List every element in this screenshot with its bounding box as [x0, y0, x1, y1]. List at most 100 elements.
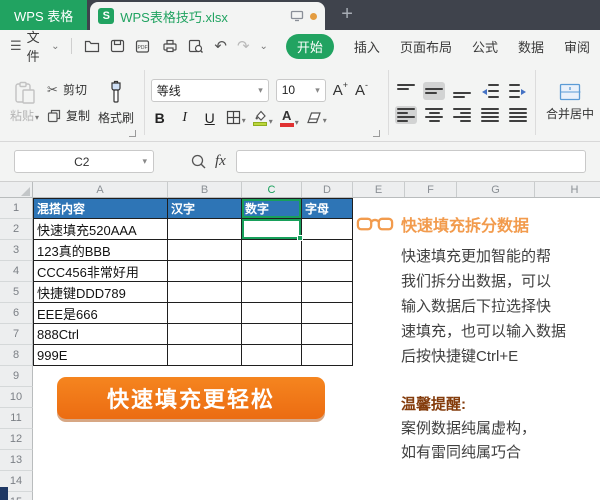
export-pdf-icon[interactable]: PDF — [135, 39, 152, 54]
fx-insert-function-button[interactable]: fx — [215, 153, 226, 170]
cell-D15[interactable] — [302, 492, 353, 500]
cell-E14[interactable] — [353, 471, 405, 492]
cell-A8[interactable]: 999E — [33, 345, 168, 366]
menu-tab-公式[interactable]: 公式 — [472, 37, 498, 56]
share-screen-icon[interactable] — [290, 10, 304, 22]
cell-A1[interactable]: 混搭内容 — [33, 198, 168, 219]
cell-A7[interactable]: 888Ctrl — [33, 324, 168, 345]
cell-D5[interactable] — [302, 282, 353, 303]
undo-icon[interactable]: ↶ — [214, 37, 227, 55]
save-icon[interactable] — [110, 39, 125, 53]
clipboard-group-expander[interactable] — [128, 130, 136, 137]
increase-indent-button[interactable] — [507, 82, 529, 100]
merge-center-button[interactable]: 合并居中 — [542, 68, 594, 137]
cell-D7[interactable] — [302, 324, 353, 345]
underline-button[interactable]: U — [201, 110, 219, 126]
cell-B12[interactable] — [168, 429, 242, 450]
cell-B8[interactable] — [168, 345, 242, 366]
column-header-D[interactable]: D — [302, 182, 353, 197]
column-header-C[interactable]: C — [242, 182, 302, 197]
cell-A14[interactable] — [33, 471, 168, 492]
cell-H14[interactable] — [535, 471, 600, 492]
new-tab-button[interactable]: + — [325, 4, 369, 30]
clear-format-button[interactable]: ▾ — [306, 111, 327, 125]
cell-D12[interactable] — [302, 429, 353, 450]
print-preview-icon[interactable] — [188, 39, 204, 54]
cell-F14[interactable] — [405, 471, 457, 492]
cell-C2[interactable] — [242, 219, 303, 241]
cell-A12[interactable] — [33, 429, 168, 450]
column-header-A[interactable]: A — [33, 182, 168, 197]
italic-button[interactable]: I — [176, 110, 194, 126]
menu-tab-页面布局[interactable]: 页面布局 — [400, 37, 452, 56]
menu-tab-插入[interactable]: 插入 — [354, 37, 380, 56]
cell-C7[interactable] — [242, 324, 302, 345]
cell-C8[interactable] — [242, 345, 302, 366]
menu-tab-数据[interactable]: 数据 — [518, 37, 544, 56]
cell-B14[interactable] — [168, 471, 242, 492]
bold-button[interactable]: B — [151, 110, 169, 126]
fill-color-button[interactable]: ▾ — [253, 110, 273, 126]
decrease-indent-button[interactable] — [479, 82, 501, 100]
column-header-G[interactable]: G — [457, 182, 535, 197]
cell-A5[interactable]: 快捷键DDD789 — [33, 282, 168, 303]
cell-C4[interactable] — [242, 261, 302, 282]
row-header-7[interactable]: 7 — [0, 324, 33, 345]
cell-G14[interactable] — [457, 471, 535, 492]
document-tab[interactable]: S WPS表格技巧.xlsx — [90, 2, 326, 30]
quick-fill-cta-shape[interactable]: 快速填充更轻松 — [57, 377, 325, 419]
wps-app-button[interactable]: WPS 表格 — [0, 0, 88, 30]
menu-tab-开始[interactable]: 开始 — [285, 33, 334, 59]
cell-C12[interactable] — [242, 429, 302, 450]
cell-D13[interactable] — [302, 450, 353, 471]
row-header-4[interactable]: 4 — [0, 261, 33, 282]
font-size-select[interactable]: 10 ▾ — [275, 78, 326, 102]
redo-icon[interactable]: ↷ — [237, 37, 250, 55]
font-name-select[interactable]: 等线 ▾ — [150, 78, 269, 102]
cell-G15[interactable] — [457, 492, 535, 500]
row-header-12[interactable]: 12 — [0, 429, 33, 450]
cell-C15[interactable] — [242, 492, 302, 500]
cell-A2[interactable]: 快速填充520AAA — [33, 219, 168, 240]
cell-E15[interactable] — [353, 492, 405, 500]
row-header-8[interactable]: 8 — [0, 345, 33, 366]
cell-A4[interactable]: CCC456非常好用 — [33, 261, 168, 282]
cell-D2[interactable] — [302, 219, 353, 240]
column-header-B[interactable]: B — [168, 182, 242, 197]
column-header-F[interactable]: F — [405, 182, 457, 197]
align-left-button[interactable] — [395, 105, 418, 124]
cell-B6[interactable] — [168, 303, 242, 324]
cell-D4[interactable] — [302, 261, 353, 282]
cell-D3[interactable] — [302, 240, 353, 261]
cut-button[interactable]: ✂ 剪切 — [47, 81, 90, 98]
select-all-corner[interactable] — [0, 182, 33, 198]
cell-D1[interactable]: 字母 — [302, 198, 353, 219]
cell-D14[interactable] — [302, 471, 353, 492]
menu-tab-审阅[interactable]: 审阅 — [564, 37, 590, 56]
column-header-H[interactable]: H — [535, 182, 600, 197]
cell-C13[interactable] — [242, 450, 302, 471]
row-header-3[interactable]: 3 — [0, 240, 33, 261]
cell-A3[interactable]: 123真的BBB — [33, 240, 168, 261]
file-menu[interactable]: ☰ 文件 ⌄ — [10, 27, 59, 65]
cell-F15[interactable] — [405, 492, 457, 500]
column-header-E[interactable]: E — [353, 182, 405, 197]
cell-B13[interactable] — [168, 450, 242, 471]
format-painter-button[interactable]: 格式刷 — [98, 80, 134, 126]
cell-B1[interactable]: 汉字 — [168, 198, 242, 219]
align-center-button[interactable] — [423, 106, 445, 124]
row-header-10[interactable]: 10 — [0, 387, 33, 408]
open-folder-icon[interactable] — [84, 39, 100, 53]
fill-handle[interactable] — [297, 235, 303, 241]
cell-C6[interactable] — [242, 303, 302, 324]
distribute-button[interactable] — [507, 106, 529, 124]
cell-H15[interactable] — [535, 492, 600, 500]
row-header-13[interactable]: 13 — [0, 450, 33, 471]
row-header-9[interactable]: 9 — [0, 366, 33, 387]
cell-B2[interactable] — [168, 219, 242, 240]
toolbar-more-icon[interactable]: ⌄ — [260, 41, 268, 52]
cell-D8[interactable] — [302, 345, 353, 366]
cell-C1[interactable]: 数字 — [242, 198, 302, 219]
row-header-6[interactable]: 6 — [0, 303, 33, 324]
cell-B7[interactable] — [168, 324, 242, 345]
